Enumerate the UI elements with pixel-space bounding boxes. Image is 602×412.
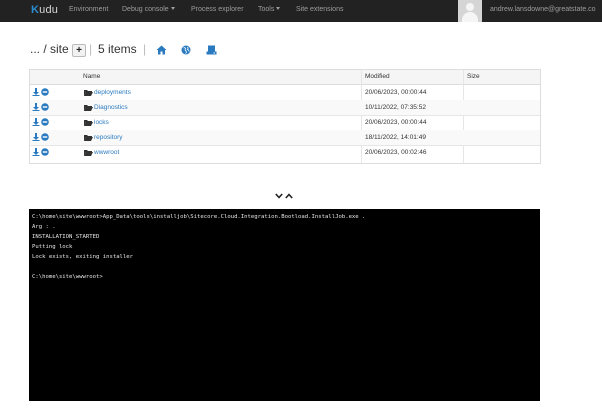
- download-icon[interactable]: [32, 103, 40, 111]
- table-row[interactable]: Diagnostics 10/11/2022, 07:35:52: [30, 100, 540, 116]
- file-name[interactable]: deployments: [94, 89, 131, 96]
- console-prompt: C:\home\site\wwwroot>: [32, 274, 103, 280]
- kudu-logo[interactable]: Kudu: [31, 4, 58, 16]
- console-line: Lock exists, exiting installer: [32, 254, 134, 260]
- folder-open-icon: [84, 150, 93, 156]
- console-line: INSTALLATION_STARTED: [32, 234, 100, 240]
- user-avatar[interactable]: [458, 0, 482, 22]
- file-name[interactable]: repository: [94, 134, 123, 141]
- delete-icon[interactable]: [41, 148, 49, 156]
- file-modified: 18/11/2022, 14:01:49: [365, 133, 426, 141]
- nav-tools[interactable]: Tools: [258, 6, 281, 13]
- file-table: Name Modified Size deployments 20/06/202…: [29, 69, 541, 164]
- folder-open-icon: [84, 90, 93, 96]
- file-name[interactable]: locks: [94, 119, 109, 126]
- breadcrumb-path[interactable]: ... / site: [30, 42, 69, 56]
- caret-down-icon: [276, 7, 281, 10]
- item-count: 5 items: [98, 42, 137, 56]
- chevron-down-icon[interactable]: [275, 193, 283, 199]
- file-modified: 20/06/2023, 00:00:44: [365, 88, 427, 96]
- chevron-up-icon[interactable]: [285, 193, 293, 199]
- download-icon[interactable]: [32, 148, 40, 156]
- file-modified: 10/11/2022, 07:35:52: [365, 103, 426, 111]
- delete-icon[interactable]: [41, 103, 49, 111]
- add-button[interactable]: +: [72, 44, 86, 57]
- console-line: Putting lock: [32, 244, 73, 250]
- download-icon[interactable]: [32, 88, 40, 96]
- folder-open-icon: [84, 120, 93, 126]
- nav-process-explorer[interactable]: Process explorer: [191, 6, 244, 13]
- table-row[interactable]: repository 18/11/2022, 14:01:49: [30, 130, 540, 146]
- separator: |: [89, 42, 93, 56]
- separator: |: [143, 42, 147, 56]
- table-row[interactable]: locks 20/06/2023, 00:00:44: [30, 115, 540, 131]
- folder-open-icon: [84, 135, 93, 141]
- table-row[interactable]: deployments 20/06/2023, 00:00:44: [30, 85, 540, 101]
- table-row[interactable]: wwwroot 20/06/2023, 00:02:46: [30, 145, 540, 160]
- console-line: Arg : .: [32, 224, 56, 230]
- home-icon[interactable]: [156, 45, 167, 55]
- file-name[interactable]: Diagnostics: [94, 104, 128, 111]
- console-line: C:\home\site\wwwroot>App_Data\tools\inst…: [32, 214, 366, 220]
- column-name[interactable]: Name: [83, 73, 100, 80]
- nav-site-extensions[interactable]: Site extensions: [296, 6, 343, 13]
- drive-icon[interactable]: [206, 45, 217, 55]
- globe-icon[interactable]: [181, 45, 191, 55]
- file-modified: 20/06/2023, 00:02:46: [365, 148, 427, 156]
- delete-icon[interactable]: [41, 118, 49, 126]
- user-name[interactable]: andrew.lansdowne@greatstate.co: [490, 6, 596, 13]
- download-icon[interactable]: [32, 133, 40, 141]
- column-size[interactable]: Size: [467, 73, 480, 80]
- column-modified[interactable]: Modified: [365, 73, 390, 80]
- delete-icon[interactable]: [41, 133, 49, 141]
- download-icon[interactable]: [32, 118, 40, 126]
- file-name[interactable]: wwwroot: [94, 149, 119, 156]
- nav-debug-console[interactable]: Debug console: [122, 6, 175, 13]
- nav-environment[interactable]: Environment: [69, 6, 108, 13]
- top-navbar: Kudu Environment Debug console Process e…: [0, 0, 602, 22]
- caret-down-icon: [170, 7, 175, 10]
- delete-icon[interactable]: [41, 88, 49, 96]
- console-output[interactable]: C:\home\site\wwwroot>App_Data\tools\inst…: [32, 212, 365, 282]
- file-modified: 20/06/2023, 00:00:44: [365, 118, 427, 126]
- folder-open-icon: [84, 105, 93, 111]
- debug-console[interactable]: C:\home\site\wwwroot>App_Data\tools\inst…: [29, 209, 540, 401]
